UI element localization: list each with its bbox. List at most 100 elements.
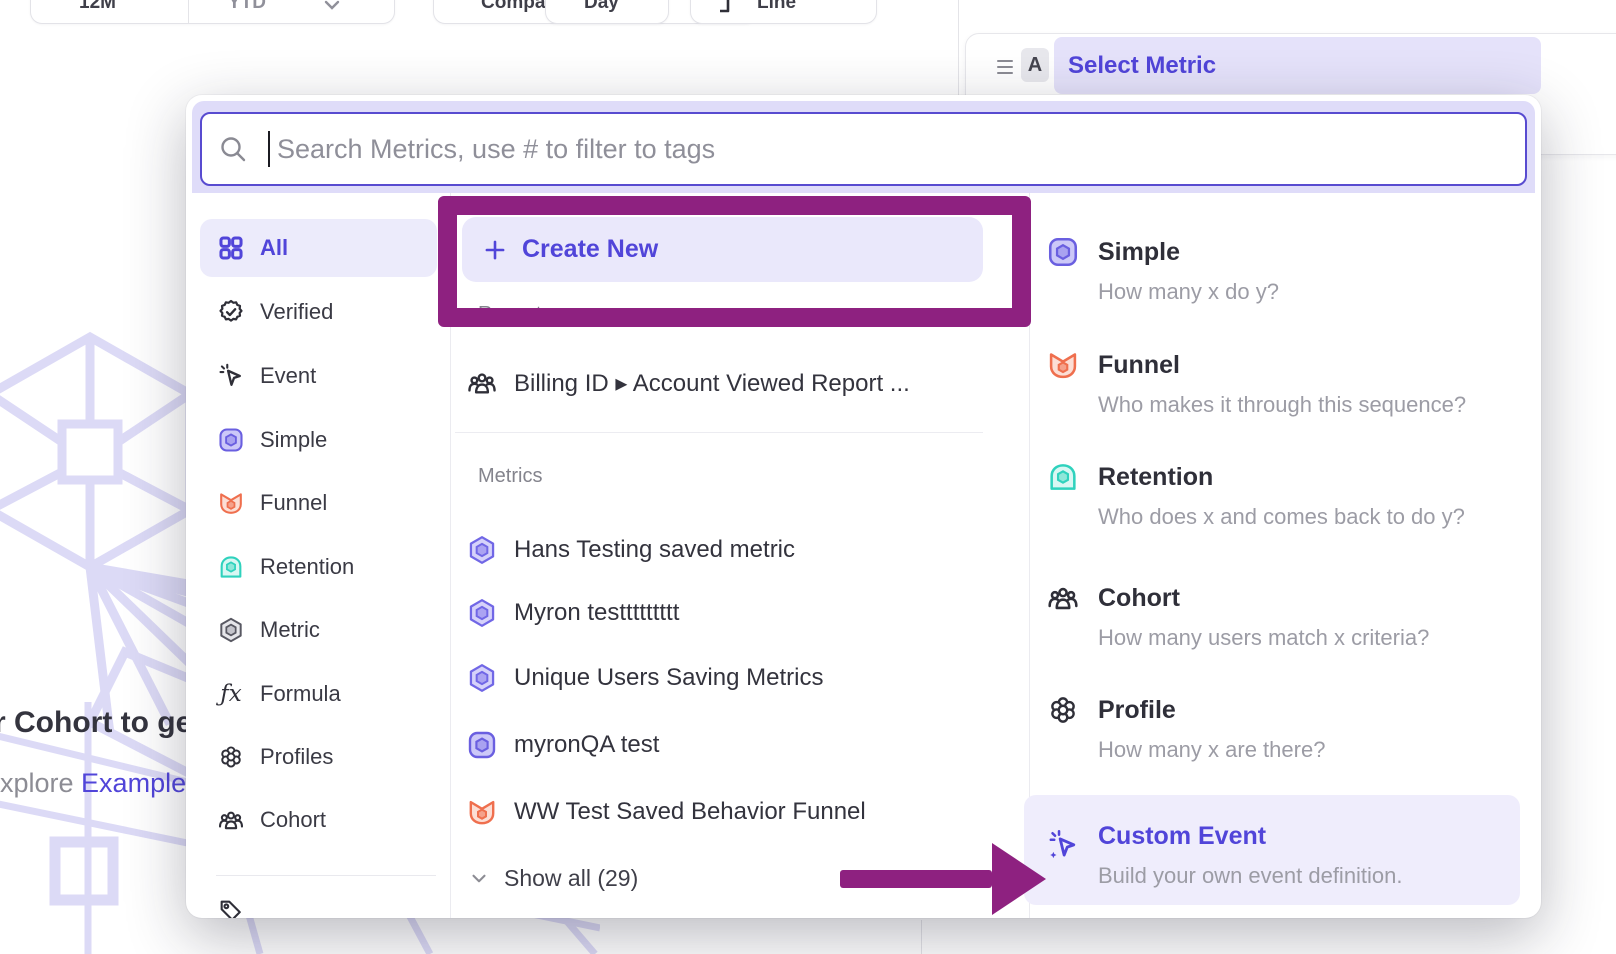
recent-item-label: Billing ID ▸ Account Viewed Report ... bbox=[514, 369, 910, 398]
sidebar-item-cohort[interactable]: Cohort bbox=[200, 791, 437, 849]
chevron-down-icon bbox=[468, 867, 490, 889]
metric-type-funnel[interactable]: Funnel Who makes it through this sequenc… bbox=[1024, 348, 1520, 428]
sidebar-item-label: Profiles bbox=[260, 744, 333, 770]
metric-type-title: Custom Event bbox=[1098, 822, 1266, 851]
metric-type-description: How many x are there? bbox=[1098, 737, 1325, 763]
metric-type-title: Simple bbox=[1098, 238, 1180, 267]
funnel-icon bbox=[1046, 348, 1080, 382]
simple-metric-icon bbox=[1046, 235, 1080, 269]
annotation-arrow bbox=[840, 870, 992, 888]
series-letter-badge: A bbox=[1021, 48, 1049, 82]
sidebar-item-metric[interactable]: Metric bbox=[200, 601, 437, 659]
sidebar-item-clipped[interactable] bbox=[200, 888, 437, 918]
sidebar-item-formula[interactable]: ƒx Formula bbox=[200, 665, 437, 723]
metric-type-title: Retention bbox=[1098, 463, 1213, 492]
sidebar-item-simple[interactable]: Simple bbox=[200, 411, 437, 469]
sidebar-item-verified[interactable]: Verified bbox=[200, 283, 437, 341]
column-divider-1 bbox=[450, 193, 451, 918]
metric-item-label: myronQA test bbox=[514, 731, 659, 759]
simple-metric-icon bbox=[216, 425, 246, 455]
search-icon bbox=[218, 134, 248, 164]
profiles-honeycomb-icon bbox=[216, 742, 246, 772]
metric-list-item[interactable]: myronQA test bbox=[466, 723, 1006, 767]
metric-type-cohort[interactable]: Cohort How many users match x criteria? bbox=[1024, 581, 1520, 661]
show-all-label: Show all (29) bbox=[504, 865, 638, 892]
sidebar-item-retention[interactable]: Retention bbox=[200, 538, 437, 596]
metric-type-custom-event[interactable]: Custom Event Build your own event defini… bbox=[1024, 795, 1520, 905]
formula-fx-icon: ƒx bbox=[216, 679, 246, 709]
panel-divider-top bbox=[958, 0, 959, 95]
show-all-button[interactable]: Show all (29) bbox=[468, 861, 768, 895]
metric-type-description: How many users match x criteria? bbox=[1098, 625, 1429, 651]
metric-item-label: WW Test Saved Behavior Funnel bbox=[514, 798, 866, 826]
sidebar-item-event[interactable]: Event bbox=[200, 347, 437, 405]
annotation-arrow-head-icon bbox=[992, 843, 1046, 915]
line-label: Line bbox=[757, 0, 796, 14]
plus-icon bbox=[482, 237, 508, 263]
retention-arch-icon bbox=[216, 552, 246, 582]
create-new-label: Create New bbox=[522, 235, 658, 264]
metric-type-title: Cohort bbox=[1098, 584, 1180, 613]
purple-hexagon-icon bbox=[466, 597, 498, 629]
date-range-segmented-control[interactable]: 12M YTD bbox=[30, 0, 395, 24]
sidebar-item-all[interactable]: All bbox=[200, 219, 437, 277]
metric-type-description: How many x do y? bbox=[1098, 279, 1279, 305]
select-metric-button[interactable]: Select Metric bbox=[1054, 37, 1541, 94]
create-new-button[interactable]: Create New bbox=[462, 217, 983, 282]
metric-type-profile[interactable]: Profile How many x are there? bbox=[1024, 693, 1520, 773]
metric-type-retention[interactable]: Retention Who does x and comes back to d… bbox=[1024, 460, 1520, 540]
simple-metric-icon bbox=[466, 729, 498, 761]
segment-divider bbox=[188, 0, 189, 23]
funnel-icon bbox=[216, 488, 246, 518]
metric-type-title: Profile bbox=[1098, 696, 1176, 725]
sidebar-item-profiles[interactable]: Profiles bbox=[200, 728, 437, 786]
custom-event-cursor-icon bbox=[1046, 827, 1080, 861]
interval-day-button[interactable]: Day bbox=[545, 0, 669, 24]
recents-divider bbox=[455, 432, 983, 433]
metric-type-title: Funnel bbox=[1098, 351, 1180, 380]
search-input[interactable] bbox=[275, 133, 1525, 166]
metric-type-simple[interactable]: Simple How many x do y? bbox=[1024, 235, 1520, 315]
sidebar-item-label: Funnel bbox=[260, 490, 327, 516]
metric-list-item[interactable]: WW Test Saved Behavior Funnel bbox=[466, 790, 1006, 834]
recent-item[interactable]: Billing ID ▸ Account Viewed Report ... bbox=[466, 361, 1006, 405]
metric-list-item[interactable]: Unique Users Saving Metrics bbox=[466, 656, 1006, 700]
chart-type-line-button[interactable]: Line bbox=[690, 0, 877, 24]
select-metric-dialog: All Verified Event Simple Funnel Retenti… bbox=[186, 95, 1541, 918]
sidebar-item-label: Retention bbox=[260, 554, 354, 580]
empty-state-headline: r Cohort to ge bbox=[0, 706, 192, 740]
explore-text: xplore bbox=[0, 768, 81, 798]
purple-hexagon-icon bbox=[466, 662, 498, 694]
range-12m-button[interactable]: 12M bbox=[79, 0, 116, 14]
sidebar-item-label: Cohort bbox=[260, 807, 326, 833]
metric-type-description: Build your own event definition. bbox=[1098, 863, 1403, 889]
tag-icon bbox=[216, 896, 246, 918]
sidebar-item-label: Event bbox=[260, 363, 316, 389]
line-chart-icon bbox=[717, 0, 743, 15]
verified-badge-icon bbox=[216, 297, 246, 327]
metric-type-description: Who makes it through this sequence? bbox=[1098, 392, 1466, 418]
cohort-people-icon bbox=[466, 367, 498, 399]
sidebar-item-label: Simple bbox=[260, 427, 327, 453]
sidebar-item-label: Formula bbox=[260, 681, 341, 707]
sidebar-divider bbox=[216, 875, 436, 876]
metric-item-label: Unique Users Saving Metrics bbox=[514, 664, 823, 692]
cohort-people-icon bbox=[1046, 581, 1080, 615]
sidebar-item-funnel[interactable]: Funnel bbox=[200, 474, 437, 532]
metric-type-description: Who does x and comes back to do y? bbox=[1098, 504, 1465, 530]
grid-icon bbox=[216, 233, 246, 263]
purple-hexagon-icon bbox=[466, 534, 498, 566]
metrics-heading: Metrics bbox=[478, 465, 542, 488]
sidebar-item-label: Metric bbox=[260, 617, 320, 643]
recents-heading: Recents bbox=[478, 303, 551, 326]
search-field[interactable] bbox=[200, 112, 1527, 186]
empty-state-explore-line: xplore Example bbox=[0, 768, 186, 799]
metric-list-item[interactable]: Hans Testing saved metric bbox=[466, 528, 1006, 572]
chevron-down-icon bbox=[323, 0, 341, 12]
cohort-people-icon bbox=[216, 805, 246, 835]
day-label: Day bbox=[584, 0, 619, 14]
metric-list-item[interactable]: Myron testtttttttt bbox=[466, 591, 1006, 635]
example-link[interactable]: Example bbox=[81, 768, 186, 798]
range-ytd-button[interactable]: YTD bbox=[228, 0, 266, 14]
drag-handle-icon[interactable] bbox=[997, 56, 1013, 78]
